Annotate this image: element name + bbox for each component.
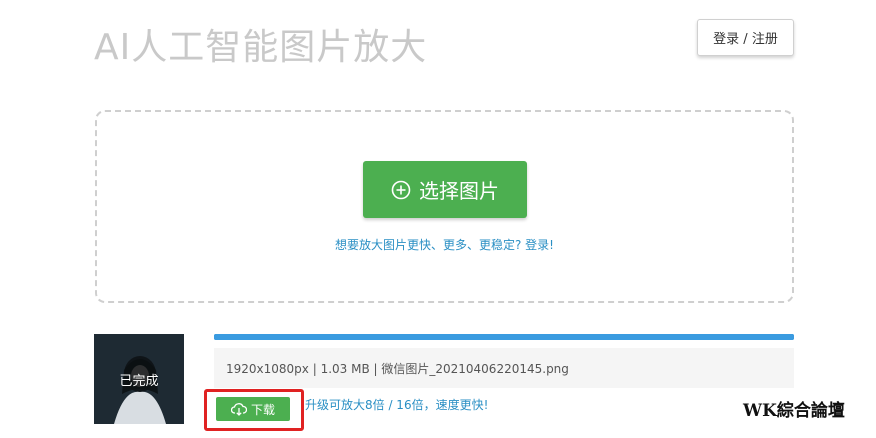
page: AI人工智能图片放大 登录 / 注册 选择图片 想要放大图片更快、更多、更稳定?… <box>0 0 876 438</box>
download-highlight: 下载 <box>204 389 304 431</box>
upgrade-link[interactable]: 升级可放大8倍 / 16倍，速度更快! <box>305 396 488 413</box>
progress-fill <box>214 334 794 340</box>
image-thumbnail: 已完成 <box>94 334 184 424</box>
cloud-download-icon <box>230 402 248 416</box>
download-label: 下载 <box>250 402 275 417</box>
page-title: AI人工智能图片放大 <box>94 27 428 68</box>
status-label: 已完成 <box>119 374 159 389</box>
download-button[interactable]: 下载 <box>216 397 290 421</box>
select-image-label: 选择图片 <box>419 179 499 203</box>
login-hint-link[interactable]: 想要放大图片更快、更多、更稳定? 登录! <box>97 236 792 253</box>
select-image-button[interactable]: 选择图片 <box>363 161 527 218</box>
watermark: WK綜合論壇 <box>743 401 845 421</box>
upload-dropzone[interactable]: 选择图片 想要放大图片更快、更多、更稳定? 登录! <box>95 110 794 303</box>
progress-bar <box>214 334 794 340</box>
plus-circle-icon <box>391 180 411 200</box>
login-register-button[interactable]: 登录 / 注册 <box>697 19 794 56</box>
file-info: 1920x1080px | 1.03 MB | 微信图片_20210406220… <box>214 348 794 388</box>
